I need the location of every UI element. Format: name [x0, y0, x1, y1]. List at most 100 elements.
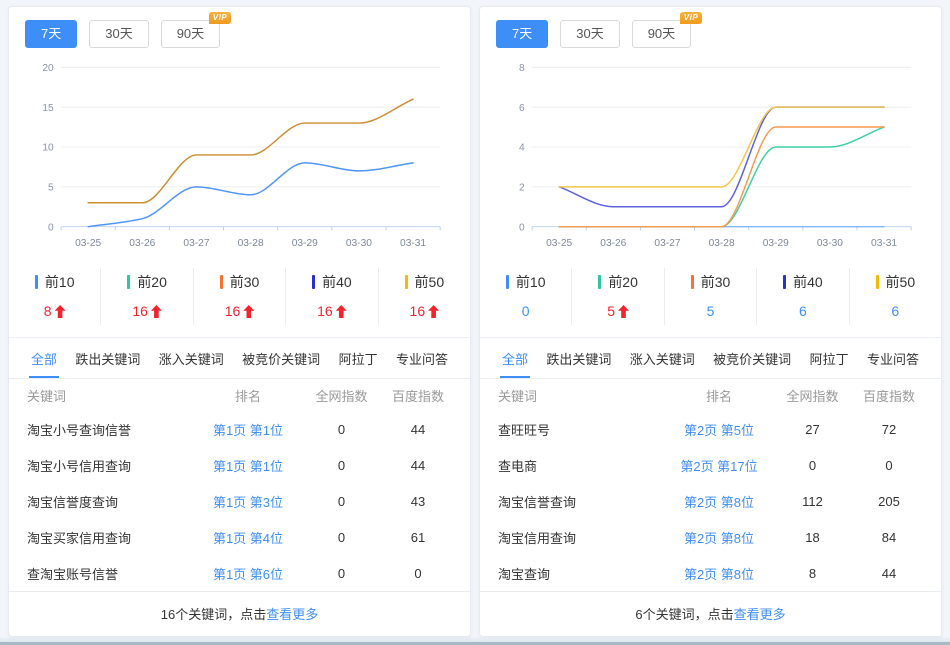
- table-row: 查电商第2页 第17位00: [480, 447, 941, 483]
- stat-marker-icon: [35, 275, 38, 289]
- stat-label-text: 前20: [608, 272, 638, 292]
- time-range-label: 30天: [105, 26, 132, 41]
- rank-link[interactable]: 第2页 第17位: [668, 456, 770, 475]
- time-range-label: 90天: [177, 26, 204, 41]
- arrow-up-icon: [55, 305, 66, 318]
- rank-link[interactable]: 第2页 第5位: [668, 420, 770, 439]
- table-header: 关键词排名全网指数百度指数: [9, 379, 470, 411]
- teal-line: [559, 127, 884, 227]
- index-baidu-cell: 72: [855, 422, 923, 437]
- tab-0[interactable]: 全部: [500, 338, 530, 378]
- stat-label-text: 前50: [415, 272, 445, 292]
- keyword-tabs: 全部跌出关键词涨入关键词被竞价关键词阿拉丁专业问答: [9, 337, 470, 379]
- keyword-tabs: 全部跌出关键词涨入关键词被竞价关键词阿拉丁专业问答: [480, 337, 941, 379]
- y-axis-tick-label: 20: [42, 63, 54, 74]
- rank-stat-label: 前50: [876, 272, 916, 292]
- tab-2[interactable]: 涨入关键词: [628, 338, 697, 378]
- tab-2[interactable]: 涨入关键词: [157, 338, 226, 378]
- stat-value: 16: [379, 303, 470, 319]
- tab-1[interactable]: 跌出关键词: [73, 338, 142, 378]
- time-range-label: 90天: [648, 26, 675, 41]
- keyword-cell: 淘宝买家信用查询: [27, 528, 197, 547]
- stat-value-text: 16: [225, 303, 241, 319]
- indigo-line: [559, 107, 884, 207]
- stat-marker-icon: [783, 275, 786, 289]
- stat-marker-icon: [127, 275, 130, 289]
- rank-link[interactable]: 第2页 第8位: [668, 564, 770, 583]
- y-axis-tick-label: 4: [519, 143, 525, 154]
- view-more-link[interactable]: 查看更多: [266, 607, 318, 622]
- column-header: 全网指数: [770, 386, 855, 405]
- arrow-up-icon: [243, 305, 254, 318]
- y-axis-tick-label: 8: [519, 63, 525, 74]
- index-all-cell: 0: [770, 458, 855, 473]
- arrow-up-icon: [428, 305, 439, 318]
- column-header: 关键词: [498, 386, 668, 405]
- time-range-label: 7天: [41, 26, 61, 41]
- rank-link[interactable]: 第1页 第6位: [197, 564, 299, 583]
- rank-link[interactable]: 第1页 第3位: [197, 492, 299, 511]
- rank-link[interactable]: 第2页 第8位: [668, 528, 770, 547]
- time-range-button[interactable]: 90天VIP: [632, 20, 691, 48]
- stat-value-text: 5: [707, 303, 715, 319]
- x-axis-tick-label: 03-25: [75, 238, 101, 249]
- rank-stat-item: 前30 5: [665, 268, 757, 325]
- stat-value: 16: [286, 303, 377, 319]
- y-axis-tick-label: 15: [42, 103, 54, 114]
- x-axis-tick-label: 03-27: [183, 238, 209, 249]
- rank-stat-label: 前10: [506, 272, 546, 292]
- tab-0[interactable]: 全部: [29, 338, 59, 378]
- tab-3[interactable]: 被竞价关键词: [240, 338, 322, 378]
- stat-label-text: 前50: [886, 272, 916, 292]
- rank-link[interactable]: 第1页 第4位: [197, 528, 299, 547]
- time-range-group: 7天30天90天VIP: [480, 7, 941, 48]
- time-range-button[interactable]: 30天: [560, 20, 619, 48]
- time-range-button[interactable]: 7天: [25, 20, 77, 48]
- time-range-button[interactable]: 7天: [496, 20, 548, 48]
- rank-link[interactable]: 第1页 第1位: [197, 420, 299, 439]
- rank-trend-chart: 0510152003-2503-2603-2703-2803-2903-3003…: [9, 58, 470, 254]
- stat-label-text: 前20: [137, 272, 167, 292]
- time-range-button[interactable]: 90天VIP: [161, 20, 220, 48]
- column-header: 关键词: [27, 386, 197, 405]
- tab-4[interactable]: 阿拉丁: [337, 338, 380, 378]
- stat-value: 16: [101, 303, 192, 319]
- x-axis-tick-label: 03-30: [346, 238, 372, 249]
- index-all-cell: 0: [299, 458, 384, 473]
- rank-stat-item: 前50 6: [850, 268, 941, 325]
- stat-value-text: 8: [44, 303, 52, 319]
- x-axis-tick-label: 03-27: [654, 238, 680, 249]
- rank-stat-label: 前30: [220, 272, 260, 292]
- tab-3[interactable]: 被竞价关键词: [711, 338, 793, 378]
- rank-link[interactable]: 第1页 第1位: [197, 456, 299, 475]
- x-axis-tick-label: 03-29: [292, 238, 318, 249]
- stat-marker-icon: [312, 275, 315, 289]
- y-axis-tick-label: 10: [42, 143, 54, 154]
- rank-stat-item: 前406: [757, 268, 849, 325]
- arrow-up-icon: [336, 305, 347, 318]
- time-range-button[interactable]: 30天: [89, 20, 148, 48]
- table-row: 淘宝小号查询信誉第1页 第1位044: [9, 411, 470, 447]
- time-range-label: 30天: [576, 26, 603, 41]
- tab-5[interactable]: 专业问答: [865, 338, 921, 378]
- y-axis-tick-label: 5: [48, 183, 54, 194]
- rank-stat-label: 前40: [783, 272, 823, 292]
- tab-5[interactable]: 专业问答: [394, 338, 450, 378]
- index-all-cell: 18: [770, 530, 855, 545]
- index-baidu-cell: 0: [855, 458, 923, 473]
- stat-value: 6: [850, 303, 941, 319]
- x-axis-tick-label: 03-30: [817, 238, 843, 249]
- keyword-cell: 淘宝信誉查询: [498, 492, 668, 511]
- rank-link[interactable]: 第2页 第8位: [668, 492, 770, 511]
- index-baidu-cell: 84: [855, 530, 923, 545]
- tab-1[interactable]: 跌出关键词: [544, 338, 613, 378]
- arrow-up-icon: [151, 305, 162, 318]
- rank-stat-label: 前50: [405, 272, 445, 292]
- stat-label-text: 前30: [701, 272, 731, 292]
- rank-stats-row: 前108前2016前3016前4016前5016: [9, 266, 470, 327]
- index-all-cell: 0: [299, 422, 384, 437]
- rank-stat-label: 前30: [691, 272, 731, 292]
- vip-badge-icon: VIP: [680, 12, 702, 24]
- view-more-link[interactable]: 查看更多: [734, 607, 786, 622]
- tab-4[interactable]: 阿拉丁: [808, 338, 851, 378]
